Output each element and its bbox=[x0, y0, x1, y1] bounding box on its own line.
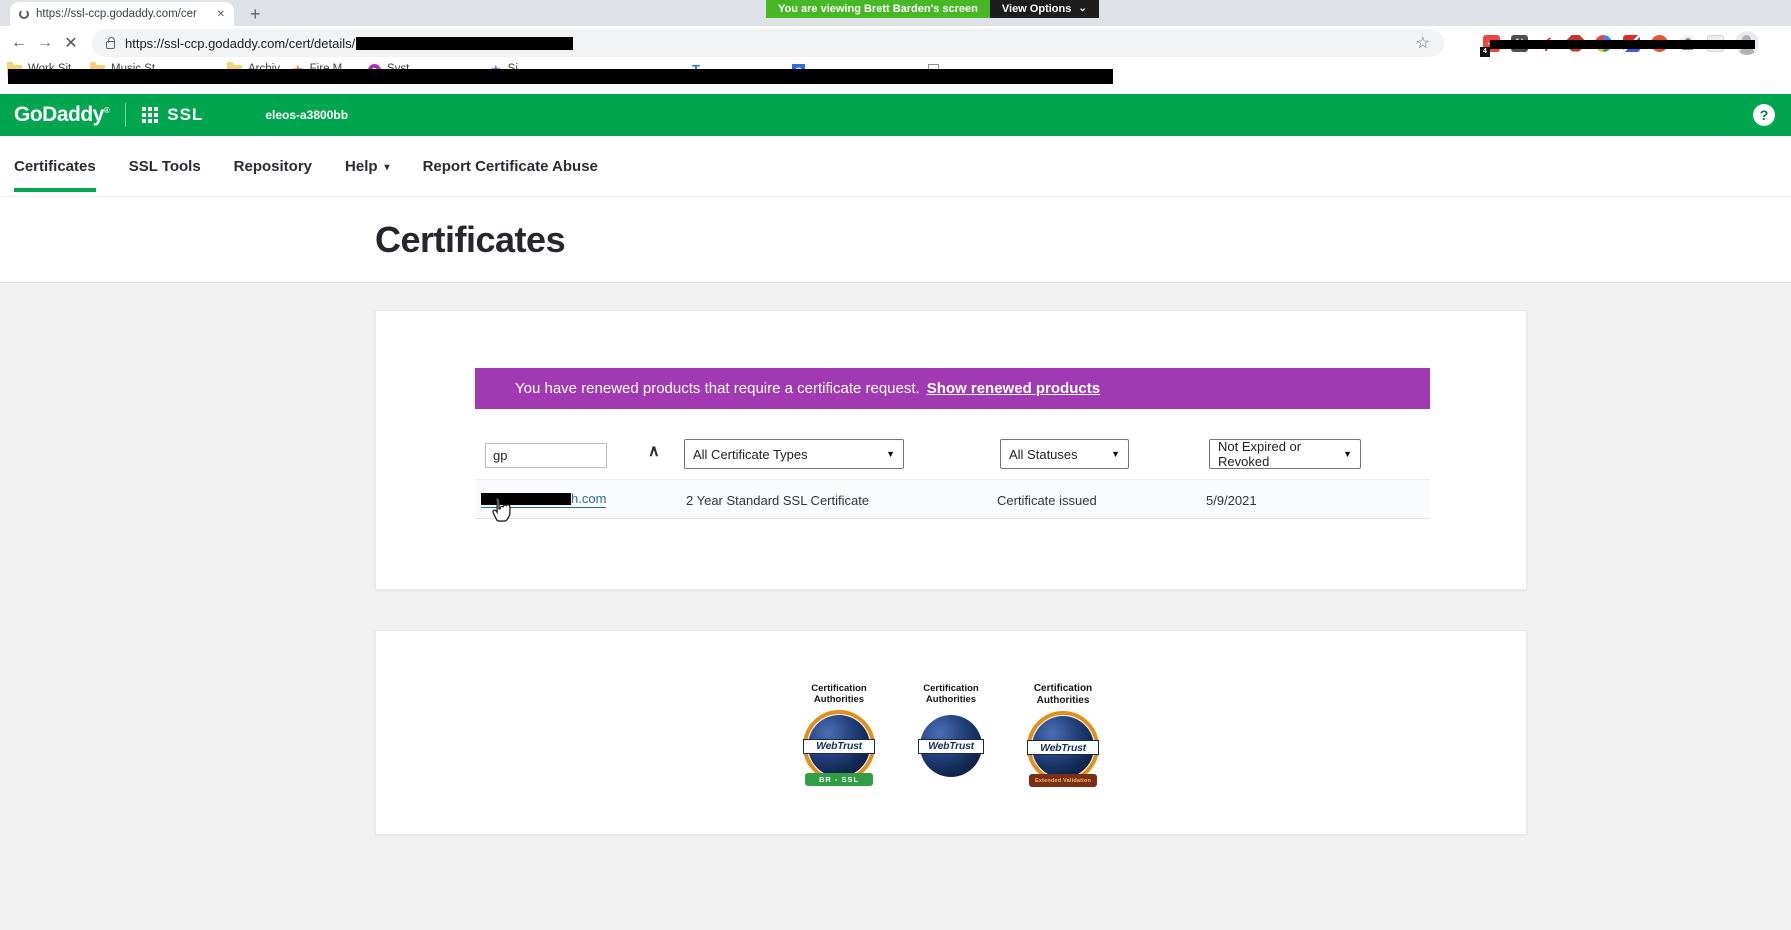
seal-ribbon: Extended Validation bbox=[1029, 774, 1097, 787]
seal-title: Certification Authorities bbox=[905, 683, 997, 706]
seal-brand: WebTrust bbox=[803, 739, 875, 754]
chevron-down-icon: ▼ bbox=[1343, 449, 1352, 459]
nav-item-ssl-tools[interactable]: SSL Tools bbox=[129, 136, 201, 196]
search-input[interactable] bbox=[485, 443, 607, 468]
godaddy-header: GoDaddy® SSL eleos-a3800bb ? bbox=[0, 94, 1791, 136]
nav-item-repository[interactable]: Repository bbox=[234, 136, 312, 196]
loading-spinner-icon bbox=[19, 9, 29, 19]
seal-brand: WebTrust bbox=[918, 739, 984, 754]
tab-title: https://ssl-ccp.godaddy.com/cer bbox=[36, 8, 210, 20]
chevron-down-icon: ▼ bbox=[1111, 449, 1120, 459]
seal-ribbon: BR - SSL bbox=[805, 773, 873, 786]
new-tab-button[interactable]: + bbox=[250, 5, 261, 23]
extension-badge: 4 bbox=[1480, 47, 1490, 57]
show-renewed-products-link[interactable]: Show renewed products bbox=[927, 380, 1100, 397]
seal-title-line1: Certification bbox=[1017, 683, 1109, 695]
forward-icon[interactable]: → bbox=[32, 34, 58, 52]
certificate-type-value: All Certificate Types bbox=[693, 447, 808, 462]
renewed-products-alert: You have renewed products that require a… bbox=[475, 368, 1430, 409]
bookmark-star-icon[interactable]: ☆ bbox=[1416, 33, 1430, 53]
nav-item-report-abuse[interactable]: Report Certificate Abuse bbox=[423, 136, 598, 196]
status-value: All Statuses bbox=[1009, 447, 1078, 462]
seal-title: Certification Authorities bbox=[1017, 683, 1109, 707]
bookmarks-bar: Work Sit Music St Archiv ★Fire M Syst ★S… bbox=[0, 60, 1791, 94]
godaddy-logo-text: GoDaddy bbox=[14, 103, 104, 126]
expiry-value: Not Expired or Revoked bbox=[1218, 439, 1335, 469]
nav-label: Certificates bbox=[14, 158, 96, 175]
product-nav: Certificates SSL Tools Repository Help▾ … bbox=[0, 136, 1791, 197]
seal-title-line2: Authorities bbox=[793, 694, 885, 705]
seal-badge: WebTrust BR - SSL bbox=[802, 710, 876, 790]
chevron-up-icon[interactable]: ∧ bbox=[648, 441, 660, 461]
redaction-bar bbox=[356, 37, 573, 50]
back-icon[interactable]: ← bbox=[6, 34, 32, 52]
page-title: Certificates bbox=[375, 219, 565, 261]
alert-message: You have renewed products that require a… bbox=[515, 380, 920, 397]
view-options-label: View Options bbox=[1002, 2, 1071, 16]
seals-card: Certification Authorities WebTrust BR - … bbox=[375, 630, 1527, 835]
product-name[interactable]: SSL bbox=[167, 105, 203, 125]
redaction-bar bbox=[1490, 40, 1755, 49]
divider bbox=[125, 103, 126, 127]
nav-label: Help bbox=[345, 158, 378, 175]
nav-item-certificates[interactable]: Certificates bbox=[14, 136, 96, 196]
tab-close-icon[interactable]: ✕ bbox=[217, 9, 225, 20]
view-options-button[interactable]: View Options ⌄ bbox=[990, 0, 1099, 18]
browser-tab[interactable]: https://ssl-ccp.godaddy.com/cer ✕ bbox=[10, 2, 234, 26]
webtrust-seals: Certification Authorities WebTrust BR - … bbox=[376, 631, 1526, 791]
hand-cursor-icon bbox=[487, 496, 514, 527]
webtrust-seal-extended-validation: Certification Authorities WebTrust Exten… bbox=[1017, 683, 1109, 791]
seal-title-line2: Authorities bbox=[1017, 695, 1109, 707]
redaction-bar bbox=[8, 69, 1113, 84]
browser-address-bar: ← → ✕ https://ssl-ccp.godaddy.com/cert/d… bbox=[0, 26, 1791, 60]
status-select[interactable]: All Statuses ▼ bbox=[1000, 439, 1129, 469]
webtrust-seal-standard: Certification Authorities WebTrust bbox=[905, 683, 997, 791]
certificates-card: You have renewed products that require a… bbox=[375, 310, 1527, 590]
nav-label: Report Certificate Abuse bbox=[423, 158, 598, 175]
seal-badge: WebTrust Extended Validation bbox=[1026, 711, 1100, 791]
nav-label: SSL Tools bbox=[129, 158, 201, 175]
seal-brand: WebTrust bbox=[1027, 740, 1099, 755]
chevron-down-icon: ▾ bbox=[385, 162, 390, 173]
grid-icon[interactable] bbox=[142, 107, 158, 123]
url-omnibox[interactable]: https://ssl-ccp.godaddy.com/cert/details… bbox=[92, 29, 1444, 57]
nav-item-help[interactable]: Help ▾ bbox=[345, 136, 390, 196]
nav-label: Repository bbox=[234, 158, 312, 175]
certificate-status-cell: Certificate issued bbox=[997, 493, 1097, 508]
lock-icon[interactable] bbox=[106, 41, 115, 49]
seal-title-line2: Authorities bbox=[905, 694, 997, 705]
certificate-type-cell: 2 Year Standard SSL Certificate bbox=[686, 493, 869, 508]
webtrust-seal-br-ssl: Certification Authorities WebTrust BR - … bbox=[793, 683, 885, 791]
certificate-date-cell: 5/9/2021 bbox=[1206, 493, 1257, 508]
certificate-type-select[interactable]: All Certificate Types ▼ bbox=[684, 439, 904, 469]
domain-suffix: h.com bbox=[571, 491, 606, 506]
seal-title-line1: Certification bbox=[905, 683, 997, 694]
expiry-select[interactable]: Not Expired or Revoked ▼ bbox=[1209, 439, 1361, 469]
browser-tab-strip: https://ssl-ccp.godaddy.com/cer ✕ + You … bbox=[0, 0, 1791, 26]
account-name: eleos-a3800bb bbox=[265, 108, 348, 122]
help-icon[interactable]: ? bbox=[1753, 104, 1775, 126]
registered-mark: ® bbox=[104, 106, 109, 115]
chevron-down-icon: ⌄ bbox=[1078, 2, 1086, 16]
chevron-down-icon: ▼ bbox=[886, 449, 895, 459]
certificate-row[interactable]: h.com 2 Year Standard SSL Certificate Ce… bbox=[475, 479, 1430, 519]
seal-badge: WebTrust bbox=[914, 710, 988, 790]
title-section: Certificates bbox=[0, 197, 1791, 283]
screen: https://ssl-ccp.godaddy.com/cer ✕ + You … bbox=[0, 0, 1791, 930]
stop-icon[interactable]: ✕ bbox=[58, 33, 84, 53]
url-text: https://ssl-ccp.godaddy.com/cert/details… bbox=[125, 36, 573, 51]
url-prefix: https://ssl-ccp.godaddy.com/cert/details… bbox=[125, 36, 355, 51]
content-area: You have renewed products that require a… bbox=[0, 283, 1791, 930]
godaddy-logo[interactable]: GoDaddy® bbox=[14, 103, 109, 127]
screen-share-banner: You are viewing Brett Barden's screen Vi… bbox=[766, 0, 1099, 18]
seal-title-line1: Certification bbox=[793, 683, 885, 694]
seal-title: Certification Authorities bbox=[793, 683, 885, 706]
screen-share-message: You are viewing Brett Barden's screen bbox=[766, 0, 990, 18]
